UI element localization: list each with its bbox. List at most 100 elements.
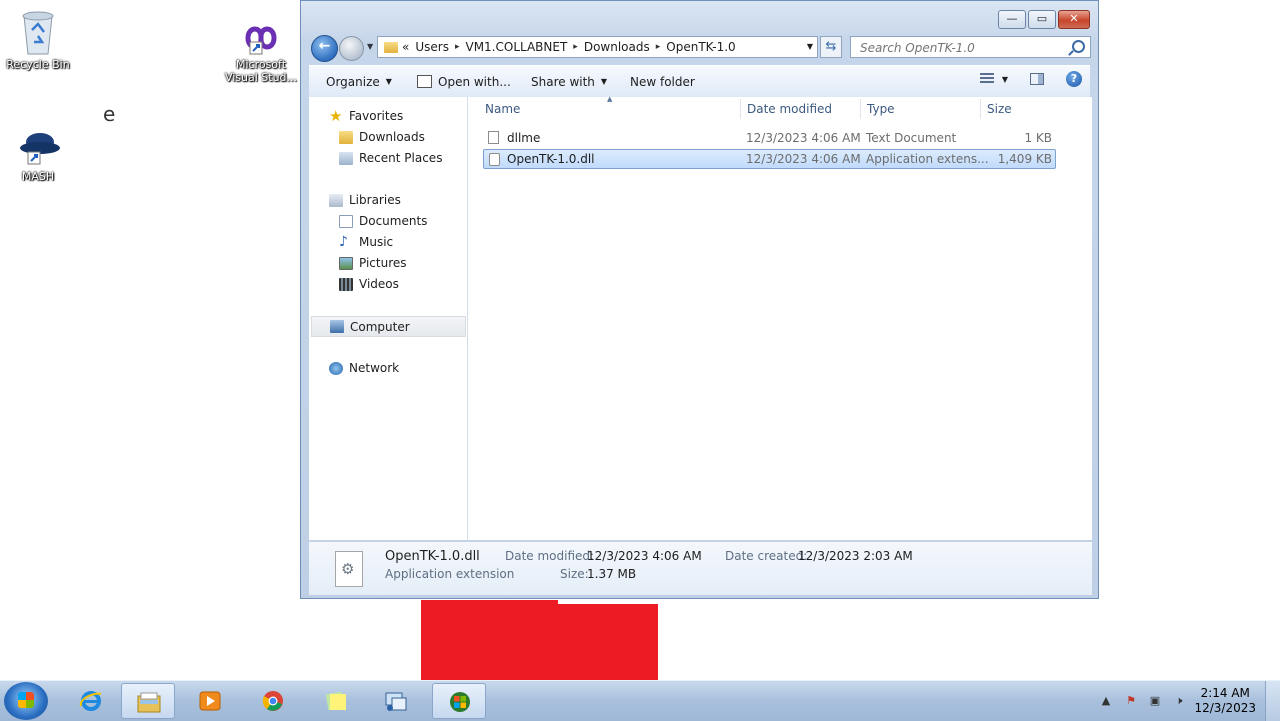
breadcrumb-separator-icon[interactable]: ▸ xyxy=(573,42,578,52)
column-header-name[interactable]: Name xyxy=(485,102,520,116)
breadcrumb-users[interactable]: Users xyxy=(415,40,449,54)
breadcrumb-separator-icon[interactable]: ▸ xyxy=(656,42,661,52)
desktop-icon-visual-studio[interactable]: Microsoft Visual Stud... xyxy=(222,20,300,84)
show-desktop-button[interactable] xyxy=(1265,681,1280,721)
nav-videos[interactable]: Videos xyxy=(339,277,399,291)
network-status-icon[interactable]: ▣ xyxy=(1148,694,1162,707)
nav-pictures-label: Pictures xyxy=(359,256,407,270)
maximize-button[interactable]: ▭ xyxy=(1028,10,1056,29)
documents-icon xyxy=(339,214,353,228)
breadcrumb-downloads[interactable]: Downloads xyxy=(584,40,650,54)
search-input[interactable] xyxy=(858,40,1062,56)
clock[interactable]: 2:14 AM 12/3/2023 xyxy=(1194,686,1256,716)
nav-pictures[interactable]: Pictures xyxy=(339,256,407,270)
nav-downloads[interactable]: Downloads xyxy=(339,130,425,144)
taskbar-internet-explorer[interactable] xyxy=(64,683,118,719)
stray-text: e xyxy=(103,102,116,126)
column-headers: Name ▲ Date modified Type Size xyxy=(468,95,1092,121)
action-center-flag-icon[interactable]: ⚑ xyxy=(1124,694,1138,707)
mash-app-icon xyxy=(20,133,60,165)
breadcrumb-opentk[interactable]: OpenTK-1.0 xyxy=(666,40,735,54)
recycle-bin-icon xyxy=(22,11,54,55)
preview-pane-icon[interactable] xyxy=(1030,73,1044,85)
help-icon[interactable]: ? xyxy=(1066,71,1082,87)
minimize-button[interactable]: — xyxy=(998,10,1026,29)
taskbar-media-player[interactable] xyxy=(183,683,237,719)
taskbar-sticky-notes[interactable] xyxy=(309,683,363,719)
taskbar-chrome[interactable] xyxy=(246,683,300,719)
column-divider[interactable] xyxy=(980,99,981,119)
close-icon: ✕ xyxy=(1069,12,1079,25)
nav-documents[interactable]: Documents xyxy=(339,214,427,228)
nav-music[interactable]: ♪ Music xyxy=(339,235,393,250)
file-row-dllme[interactable]: dllme 12/3/2023 4:06 AM Text Document 1 … xyxy=(483,128,1056,148)
breadcrumb-overflow[interactable]: « xyxy=(402,40,409,54)
close-button[interactable]: ✕ xyxy=(1058,10,1090,29)
downloads-folder-icon xyxy=(339,130,353,144)
internet-explorer-icon xyxy=(79,691,102,711)
visual-studio-label: Microsoft Visual Stud... xyxy=(224,58,298,84)
details-date-created: 12/3/2023 2:03 AM xyxy=(798,549,913,563)
share-with-button[interactable]: Share with ▼ xyxy=(531,75,607,89)
desktop-icon-recycle-bin[interactable]: Recycle Bin xyxy=(0,8,76,71)
text-document-icon xyxy=(488,131,499,144)
organize-label: Organize xyxy=(326,74,380,89)
taskbar-windows-app[interactable] xyxy=(432,683,486,719)
minimize-icon: — xyxy=(1006,12,1018,25)
nav-libraries[interactable]: Libraries xyxy=(329,193,401,207)
organize-button[interactable]: Organize ▼ xyxy=(326,75,392,89)
network-computer-icon xyxy=(385,692,407,711)
new-folder-button[interactable]: New folder xyxy=(630,75,695,89)
breadcrumb-vm1-collabnet[interactable]: VM1.COLLABNET xyxy=(465,40,567,54)
breadcrumb-separator-icon[interactable]: ▸ xyxy=(455,42,460,52)
nav-favorites[interactable]: ★ Favorites xyxy=(329,108,403,123)
windows-logo-icon xyxy=(18,692,34,708)
column-header-type[interactable]: Type xyxy=(867,102,895,116)
navigation-pane[interactable]: ★ Favorites Downloads Recent Places Libr… xyxy=(309,97,468,540)
caption-buttons: — ▭ ✕ xyxy=(996,10,1090,29)
forward-button[interactable] xyxy=(339,36,364,61)
show-hidden-icons-icon[interactable]: ▲ xyxy=(1099,694,1113,707)
volume-muted-icon[interactable]: 🕨 xyxy=(1172,694,1186,707)
refresh-button[interactable]: ⇆ xyxy=(820,36,842,58)
computer-icon xyxy=(330,320,344,333)
details-filename: OpenTK-1.0.dll xyxy=(385,549,480,564)
background-red-window[interactable] xyxy=(421,600,658,680)
change-view-icon[interactable] xyxy=(979,73,994,85)
explorer-window[interactable]: — ▭ ✕ ← ▼ « Users ▸ VM1.COLLABNET ▸ Down… xyxy=(300,0,1099,599)
details-size: 1.37 MB xyxy=(587,567,637,581)
taskbar-network-app[interactable] xyxy=(369,683,423,719)
details-pane: OpenTK-1.0.dll Application extension Dat… xyxy=(309,541,1092,595)
column-header-date[interactable]: Date modified xyxy=(747,102,832,116)
sort-ascending-icon: ▲ xyxy=(607,95,613,103)
view-options-dropdown-icon[interactable]: ▼ xyxy=(1002,75,1008,84)
file-row-opentk-dll[interactable]: OpenTK-1.0.dll 12/3/2023 4:06 AM Applica… xyxy=(483,149,1056,169)
desktop-icon-mash[interactable]: MASH xyxy=(0,128,76,183)
nav-recent-places[interactable]: Recent Places xyxy=(339,151,442,165)
nav-network[interactable]: Network xyxy=(329,361,399,375)
back-button[interactable]: ← xyxy=(311,35,338,62)
taskbar-windows-explorer[interactable] xyxy=(121,683,175,719)
folder-icon xyxy=(384,41,398,53)
file-list-pane[interactable]: Name ▲ Date modified Type Size dllme 12/… xyxy=(468,95,1092,540)
nav-computer[interactable]: Computer xyxy=(311,316,466,337)
file-type: Application extens... xyxy=(866,152,989,166)
network-icon xyxy=(329,361,343,375)
start-button[interactable] xyxy=(4,682,48,720)
address-bar[interactable]: « Users ▸ VM1.COLLABNET ▸ Downloads ▸ Op… xyxy=(377,36,818,58)
nav-network-label: Network xyxy=(349,361,400,375)
mash-label: MASH xyxy=(21,170,55,183)
search-icon[interactable] xyxy=(1072,40,1085,53)
recent-places-icon xyxy=(339,151,353,165)
nav-computer-label: Computer xyxy=(350,319,410,334)
address-dropdown-icon[interactable]: ▼ xyxy=(807,42,813,51)
column-divider[interactable] xyxy=(860,99,861,119)
column-divider[interactable] xyxy=(740,99,741,119)
share-with-label: Share with xyxy=(531,74,595,89)
recent-pages-dropdown-icon[interactable]: ▼ xyxy=(367,42,373,51)
column-header-size[interactable]: Size xyxy=(987,102,1012,116)
file-name: OpenTK-1.0.dll xyxy=(507,152,595,166)
pictures-icon xyxy=(339,256,353,270)
search-box[interactable] xyxy=(850,36,1091,58)
open-with-button[interactable]: Open with... xyxy=(417,75,511,89)
